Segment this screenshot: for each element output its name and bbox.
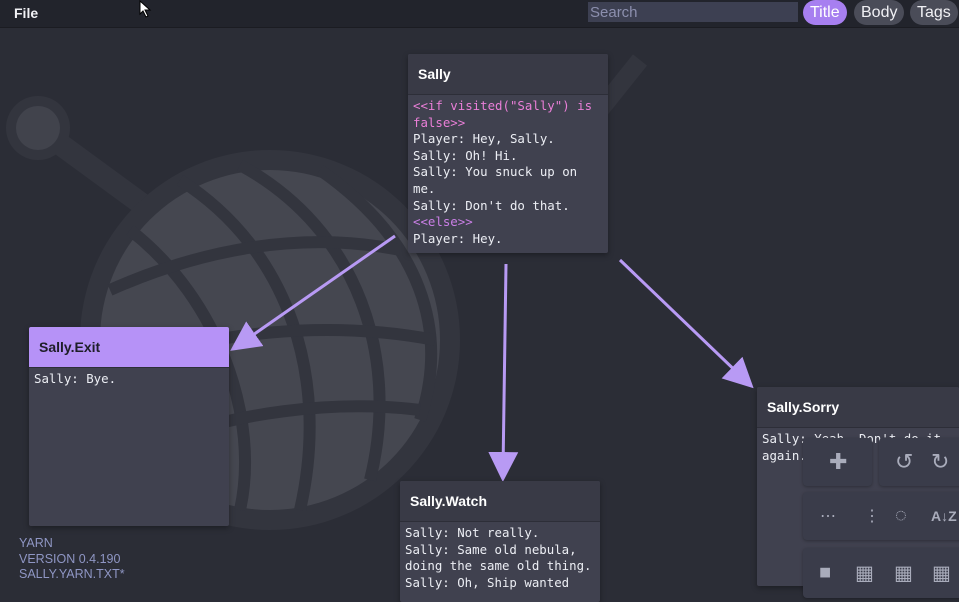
file-menu[interactable]: File [14,5,38,21]
file-name: SALLY.YARN.TXT* [19,567,125,581]
node-sally-watch[interactable]: Sally.Watch Sally: Not really. Sally: Sa… [400,481,600,602]
dialogue-line: Player: Hey. [413,230,503,246]
arrow-sally-to-sorry [618,258,754,389]
node-title: Sally.Sorry [757,387,959,428]
dialogue-line: Player: Hey, Sally. [413,131,555,147]
add-node-button[interactable]: ✚ [803,438,872,486]
search-input[interactable] [588,2,798,22]
dialogue-line: Sally: Don't do that. [413,197,570,213]
zoom-toolbar: ■ ▦ ▦ ▦ [803,548,959,598]
filter-title-button[interactable]: Title [803,0,847,25]
grid-2-icon[interactable]: ▦ [855,561,874,586]
node-sally-exit[interactable]: Sally.Exit Sally: Bye. [29,327,229,526]
top-bar: File Title Body Tags [0,0,959,28]
arrow-sally-to-exit [230,234,396,351]
grid-3-icon[interactable]: ▦ [894,561,913,586]
node-sally[interactable]: Sally <<if visited("Sally") is false>> Pl… [408,54,608,253]
node-canvas[interactable]: Sally <<if visited("Sally") is false>> Pl… [0,0,959,602]
node-title: Sally [408,54,608,95]
app-info: YARN VERSION 0.4.190 SALLY.YARN.TXT* [19,536,125,583]
app-version: VERSION 0.4.190 [19,551,121,566]
add-icon: ✚ [829,449,848,474]
sort-az-icon[interactable]: A↓Z [931,508,957,524]
grid-1-icon[interactable]: ■ [819,562,831,585]
node-body: Sally: Not really. Sally: Same old nebul… [405,525,592,590]
node-title: Sally.Watch [400,481,600,522]
undo-icon[interactable]: ↺ [895,449,913,475]
mouse-cursor-icon [139,0,152,18]
arrange-toolbar: ⋯ ⋮ ◌ A↓Z [803,492,959,540]
app-name: YARN [19,536,53,550]
arrow-sally-to-watch [488,263,519,482]
filter-tags-button[interactable]: Tags [910,0,958,25]
node-title: Sally.Exit [29,327,229,368]
script-command-line: <<else>> [413,214,473,230]
more-horizontal-icon[interactable]: ⋯ [820,506,836,526]
dialogue-line: Sally: You snuck up on me. [413,164,585,196]
dialogue-line: Sally: Oh! Hi. [413,147,518,163]
redo-icon[interactable]: ↻ [931,449,949,475]
node-body: Sally: Bye. [34,371,117,386]
undo-redo-group: ↺ ↻ [879,438,959,486]
filter-body-button[interactable]: Body [854,0,905,25]
grid-4-icon[interactable]: ▦ [932,561,951,586]
more-vertical-icon[interactable]: ⋮ [864,506,880,526]
node-body: <<if visited("Sally") is false>> Player: … [408,95,608,250]
script-command-line: <<if visited("Sally") is false>> [413,98,600,130]
circle-spinner-icon[interactable]: ◌ [895,505,907,528]
